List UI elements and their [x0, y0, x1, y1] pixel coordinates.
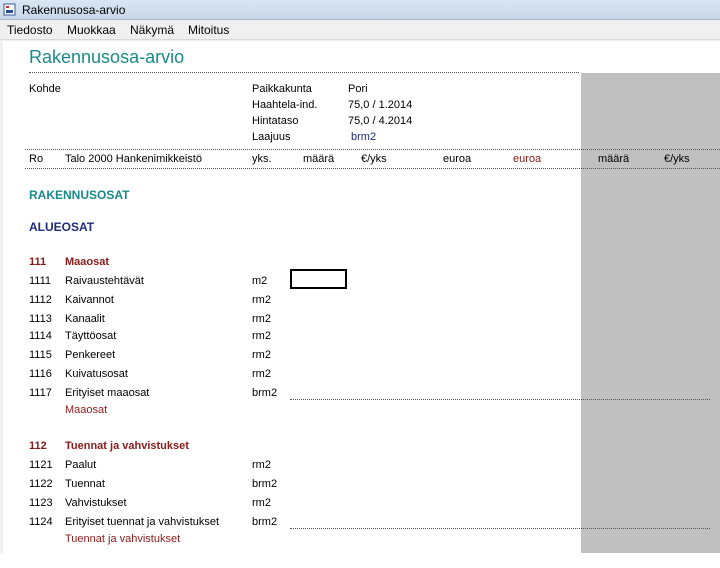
col-ro: Ro [29, 153, 44, 165]
kohde-label: Kohde [29, 83, 61, 95]
menu-bar: Tiedosto Muokkaa Näkymä Mitoitus [0, 20, 720, 40]
haahtela-value[interactable]: 75,0 / 1.2014 [348, 99, 412, 111]
row-code: 1123 [29, 497, 53, 509]
estimate-sheet: Rakennusosa-arvio Kohde Paikkakunta Pori… [3, 41, 720, 553]
group-subtotal-label: Maaosat [65, 404, 108, 416]
row-code: 1122 [29, 478, 53, 490]
header-divider [29, 72, 579, 73]
row-code: 1112 [29, 294, 52, 306]
paikkakunta-label: Paikkakunta [252, 83, 312, 95]
row-unit: rm2 [252, 349, 271, 361]
row-name: Kuivatusosat [65, 368, 128, 380]
row-unit: brm2 [252, 516, 278, 528]
quantity-input[interactable] [290, 269, 347, 289]
col-maara: määrä [303, 153, 335, 165]
row-name: Täyttöosat [65, 330, 117, 342]
subsection-title: ALUEOSAT [29, 220, 95, 234]
row-code: 1121 [29, 459, 53, 471]
row-unit: rm2 [252, 459, 271, 471]
menu-muokkaa[interactable]: Muokkaa [67, 23, 116, 37]
hintataso-value[interactable]: 75,0 / 4.2014 [348, 115, 412, 127]
paikkakunta-value[interactable]: Pori [348, 83, 368, 95]
row-code: 1111 [29, 275, 52, 287]
laajuus-label: Laajuus [252, 131, 291, 143]
row-name: Penkereet [65, 349, 116, 361]
col-yks: yks. [252, 153, 272, 165]
row-name: Paalut [65, 459, 97, 471]
group-name: Tuennat ja vahvistukset [65, 440, 189, 452]
title-bar: Rakennusosa-arvio [0, 0, 720, 20]
row-code: 1115 [29, 349, 52, 361]
row-unit: brm2 [252, 478, 278, 490]
col-name: Talo 2000 Hankenimikkeistö [65, 153, 202, 165]
page-title: Rakennusosa-arvio [29, 47, 185, 67]
menu-tiedosto[interactable]: Tiedosto [7, 23, 53, 37]
group-code: 112 [29, 440, 47, 452]
row-code: 1114 [29, 330, 52, 342]
col-eur-yks-compare: €/yks [664, 153, 690, 165]
row-name: Tuennat [65, 478, 105, 490]
row-name: Raivaustehtävät [65, 275, 144, 287]
subtotal-line [290, 399, 710, 400]
row-name: Kanaalit [65, 313, 105, 325]
menu-nakyma[interactable]: Näkymä [130, 23, 174, 37]
row-code: 1116 [29, 368, 52, 380]
col-maara-compare: määrä [598, 153, 630, 165]
row-unit: rm2 [252, 313, 271, 325]
column-header-top-line [25, 149, 720, 150]
menu-mitoitus[interactable]: Mitoitus [188, 23, 229, 37]
row-code: 1117 [29, 387, 52, 399]
row-name: Erityiset tuennat ja vahvistukset [65, 516, 220, 528]
window-title: Rakennusosa-arvio [22, 3, 126, 17]
row-name: Erityiset maaosat [65, 387, 150, 399]
row-name: Kaivannot [65, 294, 114, 306]
col-eur-yks: €/yks [361, 153, 387, 165]
hintataso-label: Hintataso [252, 115, 299, 127]
section-title: RAKENNUSOSAT [29, 188, 130, 202]
row-unit: rm2 [252, 330, 271, 342]
row-unit: rm2 [252, 368, 271, 380]
row-name: Vahvistukset [65, 497, 127, 509]
row-code: 1124 [29, 516, 53, 528]
col-euroa: euroa [443, 153, 472, 165]
group-name: Maaosat [65, 256, 110, 268]
row-unit: rm2 [252, 497, 271, 509]
row-unit: rm2 [252, 294, 271, 306]
col-euroa-compare: euroa [513, 153, 542, 165]
app-icon [3, 3, 16, 16]
row-unit: m2 [252, 275, 268, 287]
row-unit: brm2 [252, 387, 278, 399]
row-code: 1113 [29, 313, 52, 325]
window-bottom-edge [0, 553, 720, 568]
haahtela-label: Haahtela-ind. [252, 99, 318, 111]
comparison-column [581, 73, 720, 553]
laajuus-value[interactable]: brm2 [351, 131, 376, 143]
group-subtotal-label: Tuennat ja vahvistukset [65, 533, 181, 545]
column-header-bottom-line [25, 168, 720, 169]
subtotal-line [290, 528, 710, 529]
group-code: 111 [29, 256, 47, 268]
